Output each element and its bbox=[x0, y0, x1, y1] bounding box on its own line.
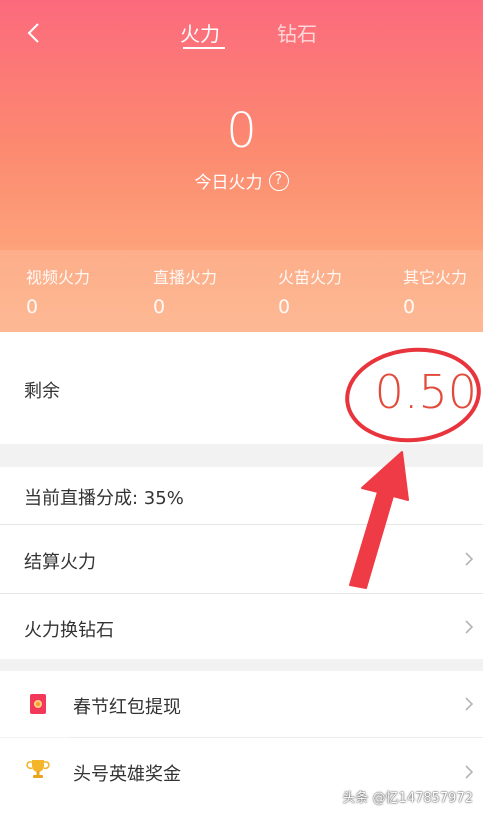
back-icon[interactable] bbox=[20, 18, 50, 48]
spring-red-envelope-row[interactable]: 春节红包提现 bbox=[0, 671, 483, 737]
live-share-label: 当前直播分成: 35% bbox=[24, 488, 184, 509]
remaining-label: 剩余 bbox=[24, 381, 60, 402]
chevron-right-icon bbox=[465, 620, 474, 634]
settle-firepower-row[interactable]: 结算火力 bbox=[0, 525, 483, 593]
stat-value: 0 bbox=[403, 296, 416, 318]
today-firepower-label-row: 今日火力? bbox=[0, 168, 483, 193]
remaining-value: 0.50 bbox=[374, 365, 477, 419]
help-icon[interactable]: ? bbox=[268, 170, 289, 191]
today-firepower-label: 今日火力 bbox=[194, 173, 263, 193]
remaining-row: 剩余 0.50 bbox=[0, 332, 483, 444]
stat-other: 其它火力 0 bbox=[403, 264, 467, 318]
stat-label: 火苗火力 bbox=[278, 268, 343, 287]
today-firepower-value: 0 bbox=[226, 103, 257, 159]
tab-firepower[interactable]: 火力 bbox=[180, 18, 220, 47]
stat-value: 0 bbox=[153, 296, 166, 318]
spring-red-envelope-label: 春节红包提现 bbox=[73, 697, 181, 718]
red-envelope-icon bbox=[30, 694, 46, 714]
exchange-diamond-label: 火力换钻石 bbox=[24, 620, 114, 641]
watermark: 头条 @忆147857972 bbox=[342, 791, 473, 806]
stat-video: 视频火力 0 bbox=[26, 264, 90, 318]
chevron-right-icon bbox=[465, 765, 474, 779]
chevron-right-icon bbox=[465, 697, 474, 711]
stat-label: 视频火力 bbox=[26, 268, 91, 287]
exchange-diamond-row[interactable]: 火力换钻石 bbox=[0, 594, 483, 659]
stat-label: 直播火力 bbox=[153, 268, 218, 287]
stat-label: 其它火力 bbox=[403, 268, 468, 287]
tab-diamond[interactable]: 钻石 bbox=[277, 18, 317, 47]
header: 火力 钻石 0 今日火力? 视频火力 0 直播火力 0 火苗火力 0 其它火力 … bbox=[0, 0, 483, 332]
stat-value: 0 bbox=[26, 296, 39, 318]
stat-flame: 火苗火力 0 bbox=[278, 264, 342, 318]
settle-firepower-label: 结算火力 bbox=[24, 552, 96, 573]
chevron-right-icon bbox=[465, 552, 474, 566]
active-tab-indicator bbox=[183, 47, 225, 49]
stat-value: 0 bbox=[278, 296, 291, 318]
live-share-row: 当前直播分成: 35% bbox=[0, 467, 483, 524]
top-hero-bonus-label: 头号英雄奖金 bbox=[73, 764, 181, 785]
trophy-icon bbox=[26, 760, 50, 778]
stat-live: 直播火力 0 bbox=[153, 264, 217, 318]
